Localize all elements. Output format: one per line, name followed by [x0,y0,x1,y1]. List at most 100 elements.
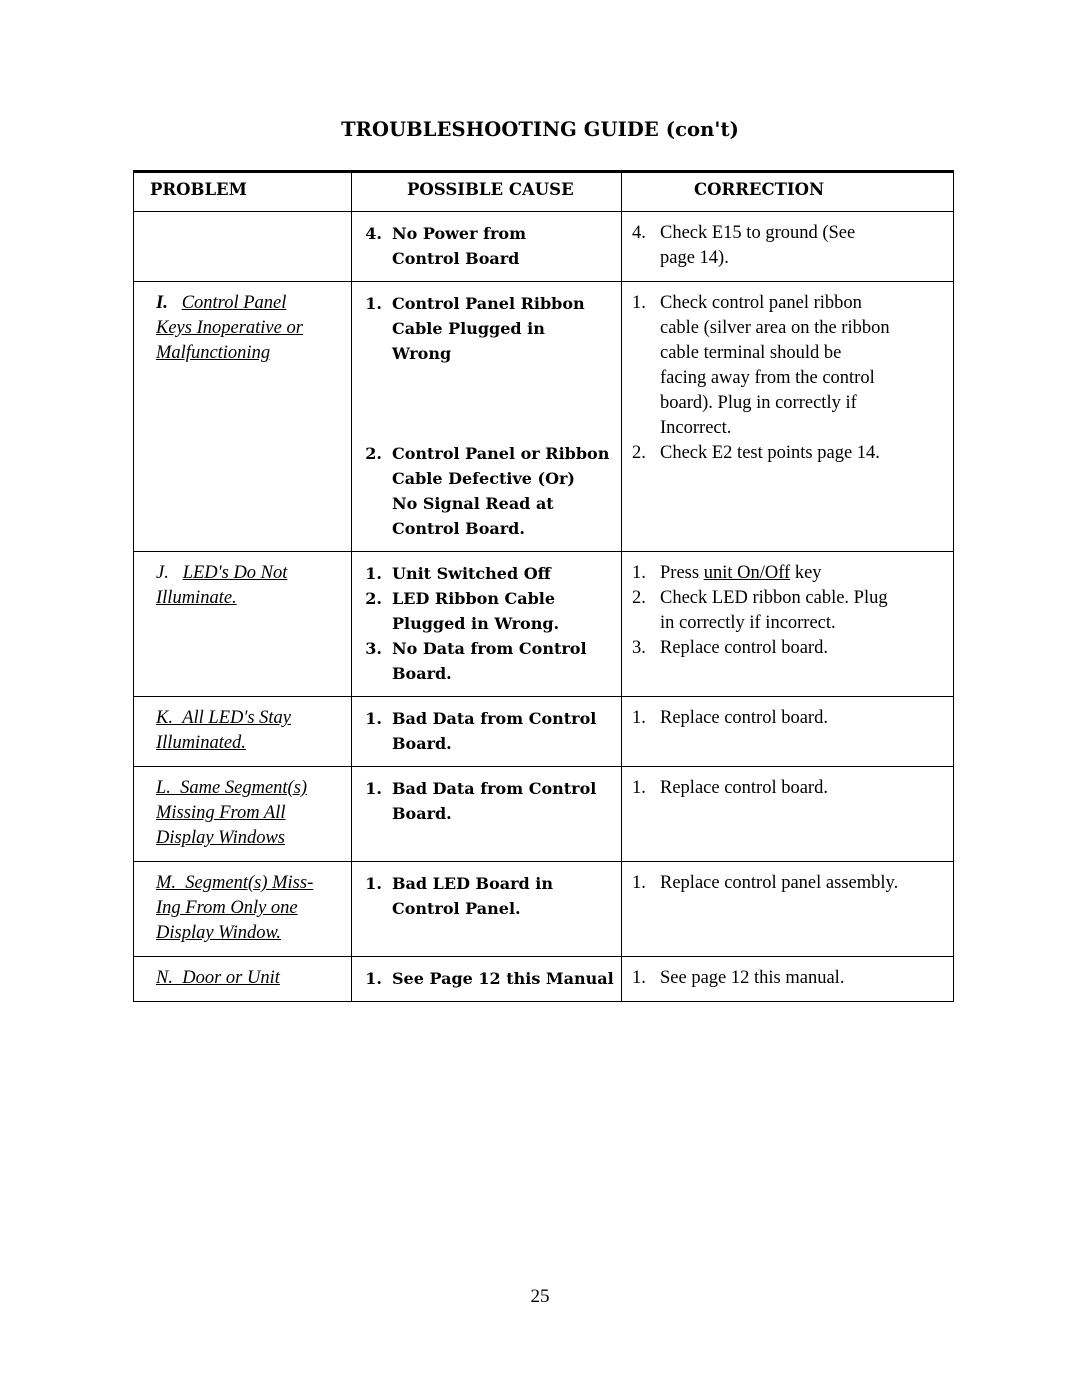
problem-line: K. All LED's Stay [156,706,345,731]
problem-label: I. [156,293,168,313]
page-title: TROUBLESHOOTING GUIDE (con't) [341,118,739,141]
column-header-cause-label: POSSIBLE CAUSE [407,180,574,199]
cause-item-body: No Data from Control Board. [392,636,619,686]
correction-cell: 1. Press unit On/Off key 2. Check LED ribbo… [621,551,954,697]
cause-item-body: Bad Data from Control Board. [392,706,619,756]
correction-cell: 4. Check E15 to ground (See page 14). [621,211,954,282]
cause-item-line: Control Panel or Ribbon [392,444,610,463]
correction-content: 1. See page 12 this manual. [622,957,953,1001]
problem-cell: N. Door or Unit [133,956,352,1002]
cause-item-line: LED Ribbon Cable [392,589,556,608]
correction-item-body: Press unit On/Off key [660,561,947,586]
cause-item-number: 4. [365,224,382,243]
problem-cell: L. Same Segment(s) Missing From All Displa… [133,766,352,862]
cause-item: 2. LED Ribbon Cable Plugged in Wrong. [352,586,619,636]
correction-item: 1. Press unit On/Off key [628,561,947,586]
cause-content: 1. See Page 12 this Manual [352,957,621,1001]
correction-cell: 1. Replace control panel assembly. [621,861,954,957]
cause-item: 2. Control Panel or Ribbon Cable Defective… [352,441,619,541]
cause-item-body: Unit Switched Off [392,561,619,586]
table-row: N. Door or Unit 1. See Page 12 this Manual… [133,956,954,1002]
table-row: J. LED's Do Not Illuminate. 1. Unit Switche… [133,551,954,697]
correction-cell: 1. Replace control board. [621,766,954,862]
cause-cell: 1. See Page 12 this Manual [351,956,622,1002]
correction-item: 3. Replace control board. [628,636,947,661]
correction-item-number: 1. [632,563,646,583]
cause-cell: 1. Control Panel Ribbon Cable Plugged in Wr… [351,281,622,552]
cause-item-line: Bad LED Board in [392,874,553,893]
correction-item-number: 2. [632,443,646,463]
problem-label: J. [156,563,169,583]
cause-item-line: Bad Data from Control [392,709,597,728]
cause-item-body: Control Panel or Ribbon Cable Defective (… [392,441,619,541]
problem-line: I. Control Panel [156,291,345,316]
table-body: 4. No Power from Control Board 4. Check E15 … [133,211,954,1002]
table-row: M. Segment(s) Miss- Ing From Only one Disp… [133,861,954,957]
correction-item: 1. Replace control panel assembly. [628,871,947,896]
correction-item-body: Check E15 to ground (See page 14). [660,221,947,271]
problem-line: N. Door or Unit [156,966,345,991]
cause-item-line: Control Panel Ribbon [392,294,585,313]
problem-line: Ing From Only one [156,896,345,921]
problem-label: L. [156,778,171,798]
cause-item-number: 2. [365,444,382,463]
correction-item-number: 1. [632,873,646,893]
problem-line: J. LED's Do Not [156,561,345,586]
problem-line: M. Segment(s) Miss- [156,871,345,896]
correction-text: key [790,563,822,583]
correction-item-body: Check control panel ribbon cable (silver … [660,291,947,441]
cause-item-body: Control Panel Ribbon Cable Plugged in Wron… [392,291,619,366]
problem-line-empty [156,221,345,246]
problem-label-gap [173,708,182,728]
correction-item-line: Incorrect. [660,418,732,438]
correction-item-body: See page 12 this manual. [660,966,947,991]
cause-item-number: 2. [365,589,382,608]
cause-item: 1. Bad Data from Control Board. [352,706,619,756]
correction-item-line: Replace control panel assembly. [660,873,899,893]
cause-item: 1. Bad LED Board in Control Panel. [352,871,619,921]
problem-text: Segment(s) Miss- [185,873,314,893]
cause-item-number: 1. [365,294,382,313]
correction-content: 1. Press unit On/Off key 2. Check LED ribbo… [622,552,953,671]
problem-line: L. Same Segment(s) [156,776,345,801]
correction-item-line: Replace control board. [660,708,828,728]
cause-item: 1. Unit Switched Off [352,561,619,586]
cause-item-line: Board. [392,804,452,823]
cause-cell: 1. Bad Data from Control Board. [351,766,622,862]
problem-text: Illuminate. [156,588,237,608]
problem-text: Control Panel [181,293,287,313]
problem-label-gap [171,778,180,798]
cause-item-line: Board. [392,664,452,683]
correction-item-line: Replace control board. [660,638,828,658]
column-header-correction-label: CORRECTION [694,180,825,199]
correction-cell: 1. Replace control board. [621,696,954,767]
problem-text: Keys Inoperative or [156,318,303,338]
correction-item-number: 1. [632,708,646,728]
problem-text: LED's Do Not [182,563,288,583]
correction-item-line: Check E2 test points page 14. [660,443,880,463]
table-row: I. Control Panel Keys Inoperative or Malfu… [133,281,954,552]
problem-label-gap [173,968,182,988]
cause-item-line: Cable Plugged in [392,319,545,338]
correction-content: 1. Check control panel ribbon cable (silve… [622,282,953,476]
problem-text: Missing From All [156,803,286,823]
correction-item-line: cable terminal should be [660,343,842,363]
cause-item-body: LED Ribbon Cable Plugged in Wrong. [392,586,619,636]
troubleshooting-table: PROBLEM POSSIBLE CAUSE CORRECTION 4. No P… [133,170,954,1002]
cause-content: 4. No Power from Control Board [352,212,621,281]
cause-item-number: 1. [365,874,382,893]
correction-item-number: 3. [632,638,646,658]
problem-label-gap [176,873,185,893]
problem-label: N. [156,968,173,988]
table-row: L. Same Segment(s) Missing From All Displa… [133,766,954,862]
problem-cell: K. All LED's Stay Illuminated. [133,696,352,767]
correction-item-body: Replace control board. [660,706,947,731]
page-number: 25 [530,1286,550,1307]
cause-item-body: See Page 12 this Manual [392,966,619,991]
correction-item-line: cable (silver area on the ribbon [660,318,890,338]
correction-item: 2. Check LED ribbon cable. Plug in correct… [628,586,947,636]
cause-item-line: Control Board [392,249,520,268]
cause-item-line: Plugged in Wrong. [392,614,560,633]
problem-content: J. LED's Do Not Illuminate. [134,552,351,621]
cause-item-line: Board. [392,734,452,753]
